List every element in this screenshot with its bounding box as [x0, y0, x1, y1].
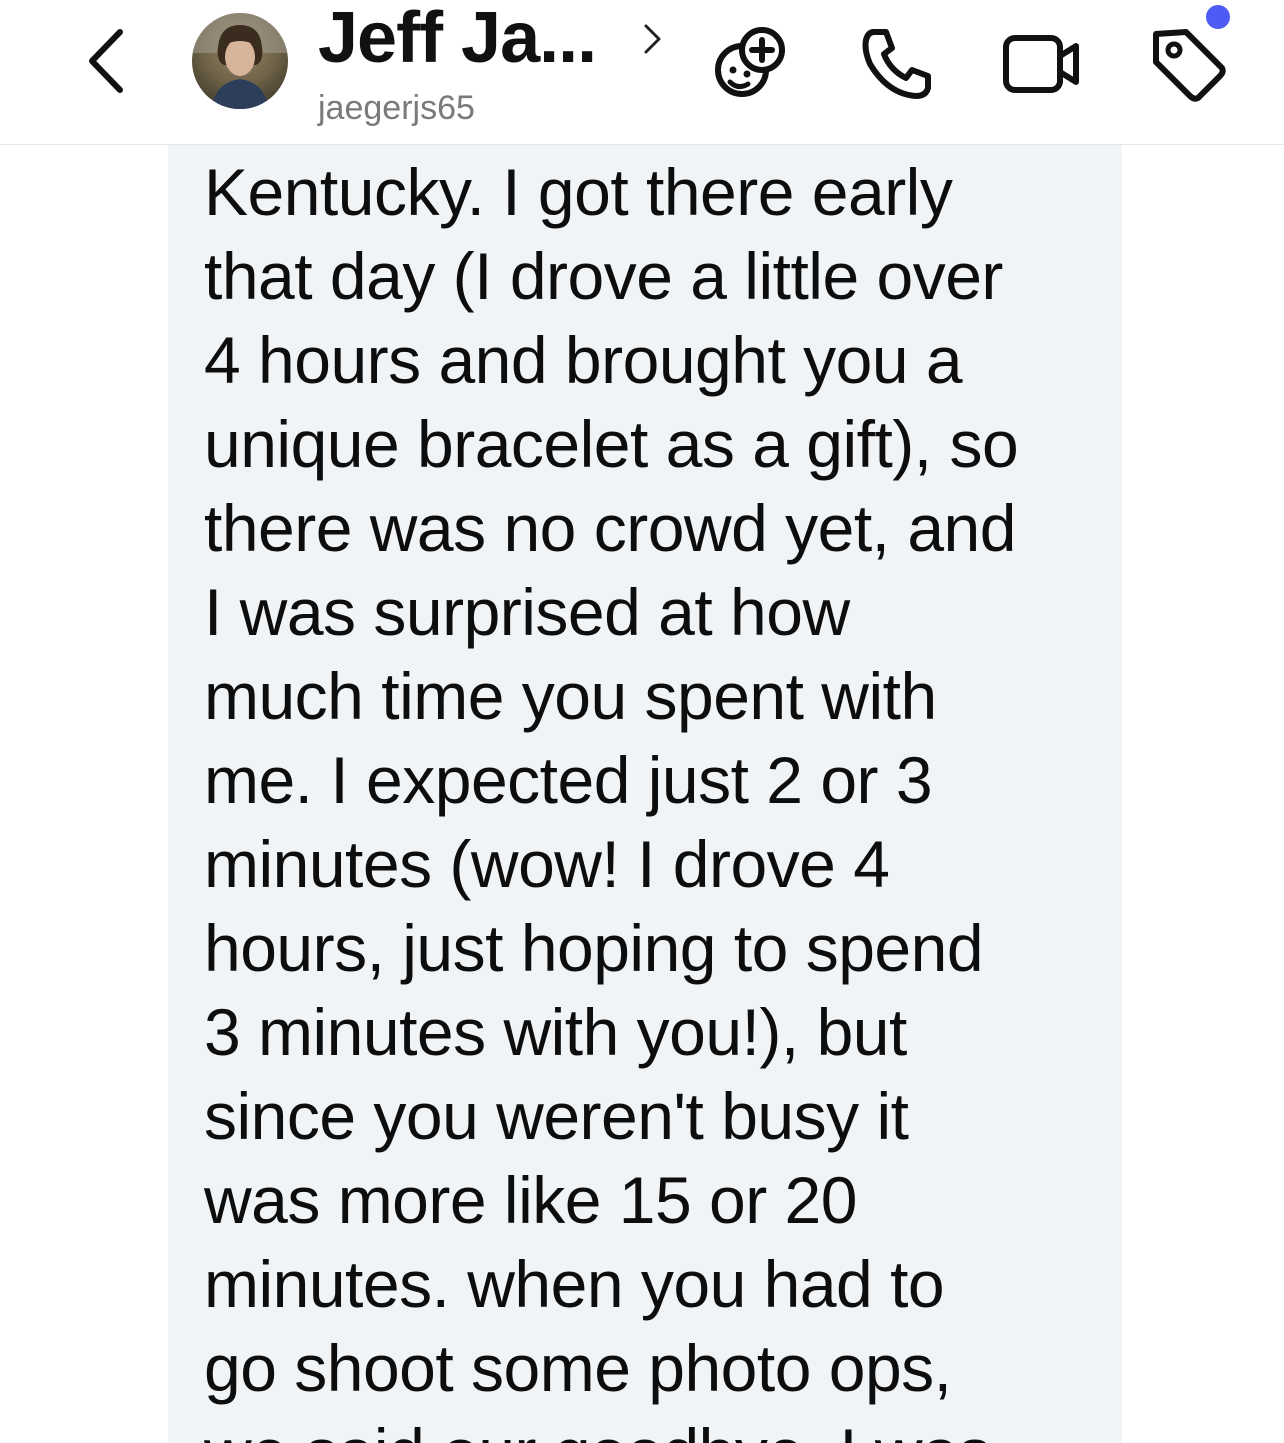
tag-button[interactable] — [1146, 22, 1230, 106]
back-button[interactable] — [78, 24, 138, 98]
message-line: 4 hours and brought you a — [204, 323, 963, 397]
message-line: Kentucky. I got there early — [204, 155, 953, 229]
video-call-button[interactable] — [1000, 22, 1084, 106]
bitmoji-button[interactable] — [708, 22, 792, 106]
message-line: we said our goodbye. I was — [204, 1410, 991, 1443]
tag-icon — [1153, 29, 1226, 102]
message-line: unique bracelet as a gift), so — [204, 407, 1019, 481]
notification-dot — [1206, 5, 1230, 29]
contact-handle: jaegerjs65 — [318, 89, 475, 127]
bitmoji-add-icon — [715, 27, 785, 97]
avatar[interactable] — [192, 13, 288, 109]
message-line: hours, just hoping to spend — [204, 911, 984, 985]
chevron-right-icon — [644, 24, 661, 54]
message-line: that day (I drove a little over — [204, 239, 1003, 313]
profile-chevron-button[interactable] — [640, 22, 664, 56]
message-line: minutes. when you had to — [204, 1247, 945, 1321]
chat-header: Jeff Ja... jaegerjs65 — [0, 0, 1284, 145]
message-line: much time you spent with — [204, 659, 937, 733]
contact-name[interactable]: Jeff Ja... — [318, 0, 597, 76]
video-camera-icon — [1003, 35, 1079, 93]
call-button[interactable] — [856, 22, 940, 106]
message-line: minutes (wow! I drove 4 — [204, 827, 890, 901]
message-line: 3 minutes with you!), but — [204, 995, 907, 1069]
message-line: me. I expected just 2 or 3 — [204, 743, 933, 817]
phone-icon — [862, 29, 931, 99]
message-line: was more like 15 or 20 — [204, 1163, 857, 1237]
chevron-left-icon — [89, 29, 123, 93]
chat-screen: Jeff Ja... jaegerjs65 Kentucky. I got th… — [0, 0, 1284, 1443]
message-line: go shoot some photo ops, — [204, 1331, 952, 1405]
avatar-photo — [192, 13, 288, 109]
message-line: I was surprised at how — [204, 575, 850, 649]
message-line: there was no crowd yet, and — [204, 491, 1016, 565]
message-line: since you weren't busy it — [204, 1079, 909, 1153]
